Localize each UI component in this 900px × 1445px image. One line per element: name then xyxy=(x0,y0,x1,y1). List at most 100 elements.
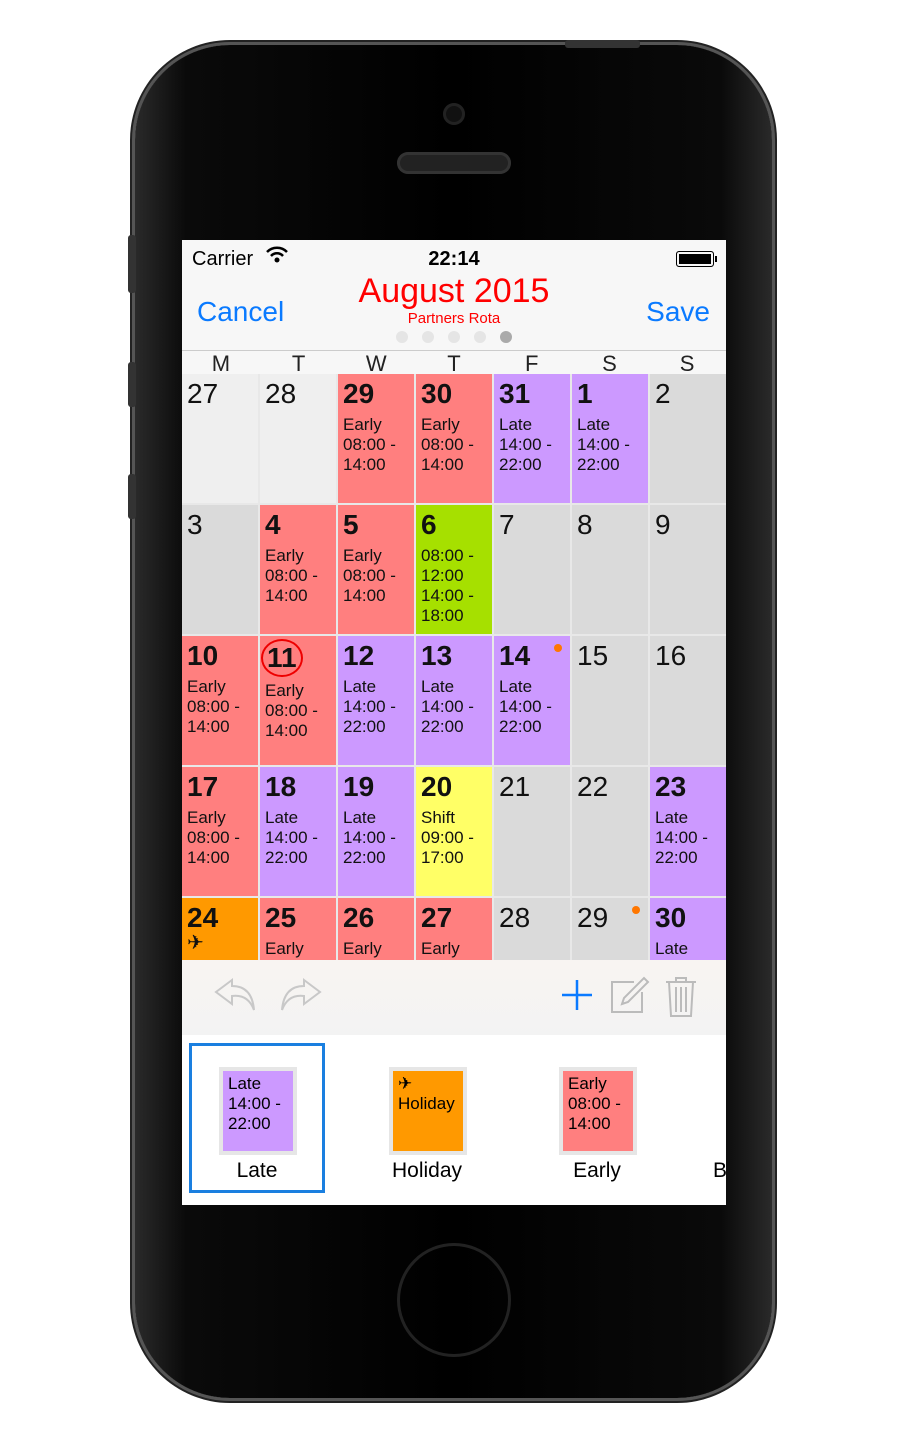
shift-line: Early xyxy=(343,939,382,958)
day-cell[interactable]: 3 xyxy=(182,505,258,634)
earpiece-speaker xyxy=(397,152,511,174)
day-cell[interactable]: 19 Late 14:00 -22:00 xyxy=(338,767,414,896)
palette-label: Late xyxy=(236,1159,278,1182)
page-dot[interactable] xyxy=(474,331,486,343)
page-dot[interactable] xyxy=(396,331,408,343)
shift-line: 14:00 - xyxy=(343,697,396,716)
day-cell[interactable]: 4 Early 08:00 -14:00 xyxy=(260,505,336,634)
day-cell[interactable]: 23 Late 14:00 -22:00 xyxy=(650,767,726,896)
day-cell[interactable]: 6 08:00 -12:00 14:00 -18:00 xyxy=(416,505,492,634)
redo-icon[interactable] xyxy=(278,976,324,1017)
day-cell[interactable]: 15 xyxy=(572,636,648,765)
day-cell[interactable]: 17 Early 08:00 -14:00 xyxy=(182,767,258,896)
day-cell[interactable]: 28 xyxy=(494,898,570,960)
palette-item-early[interactable]: Early 08:00 -14:00 Early xyxy=(529,1043,665,1193)
save-button[interactable]: Save xyxy=(646,296,710,328)
shift-line: 14:00 - xyxy=(499,697,552,716)
swatch-line: 14:00 - xyxy=(228,1094,281,1113)
shift-line: 14:00 xyxy=(187,848,230,867)
day-number: 24 xyxy=(187,902,219,933)
day-number: 25 xyxy=(265,902,297,933)
shift-swatch: Early 08:00 -14:00 xyxy=(559,1067,637,1155)
palette-item-b[interactable]: B xyxy=(699,1043,726,1193)
day-cell[interactable]: 29 Early 08:00 -14:00 xyxy=(338,374,414,503)
day-number: 22 xyxy=(577,771,609,802)
today-day-number: 11 xyxy=(261,639,303,677)
day-cell[interactable]: 21 xyxy=(494,767,570,896)
day-cell[interactable]: 9 xyxy=(650,505,726,634)
shift-line: Late xyxy=(577,415,611,434)
shift-line: Early xyxy=(421,415,460,434)
day-cell[interactable]: 26 Early xyxy=(338,898,414,960)
day-cell[interactable]: 10 Early 08:00 -14:00 xyxy=(182,636,258,765)
day-cell[interactable]: 20 Shift 09:00 -17:00 xyxy=(416,767,492,896)
palette-label: Early xyxy=(573,1159,621,1182)
shift-line: 08:00 - xyxy=(187,828,240,847)
day-cell[interactable]: 2 xyxy=(650,374,726,503)
day-cell[interactable]: 14 Late 14:00 -22:00 xyxy=(494,636,570,765)
shift-swatch: Late 14:00 -22:00 xyxy=(219,1067,297,1155)
day-cell[interactable]: 16 xyxy=(650,636,726,765)
day-cell[interactable]: 28 xyxy=(260,374,336,503)
day-cell[interactable]: 31 Late 14:00 -22:00 xyxy=(494,374,570,503)
day-cell[interactable]: 7 xyxy=(494,505,570,634)
shift-line: Early xyxy=(187,677,226,696)
day-number: 16 xyxy=(655,640,687,671)
shift-line: 14:00 - xyxy=(343,828,396,847)
page-dot[interactable] xyxy=(448,331,460,343)
day-cell[interactable]: 25 Early xyxy=(260,898,336,960)
day-number: 9 xyxy=(655,509,671,540)
page-dot[interactable] xyxy=(422,331,434,343)
palette-item-late[interactable]: Late 14:00 -22:00 Late xyxy=(189,1043,325,1193)
shift-line: Late xyxy=(421,677,455,696)
day-number: 31 xyxy=(499,378,531,409)
shift-line: 08:00 - xyxy=(421,435,474,454)
shift-line: 14:00 xyxy=(265,721,308,740)
shift-line: 22:00 xyxy=(343,717,386,736)
day-cell[interactable]: 29 xyxy=(572,898,648,960)
shift-line: 22:00 xyxy=(577,455,620,474)
shift-line: Early xyxy=(265,681,304,700)
shift-swatch: ✈ Holiday xyxy=(389,1067,467,1155)
shift-line: 08:00 - xyxy=(343,435,396,454)
shift-line: 17:00 xyxy=(421,848,464,867)
day-cell[interactable]: 27 Early xyxy=(416,898,492,960)
undo-icon[interactable] xyxy=(212,976,258,1017)
day-cell[interactable]: 30 Late xyxy=(650,898,726,960)
day-cell[interactable]: 18 Late 14:00 -22:00 xyxy=(260,767,336,896)
palette-label: B xyxy=(713,1159,726,1182)
swatch-line: 14:00 xyxy=(568,1114,611,1133)
front-camera xyxy=(443,103,465,125)
clock: 22:14 xyxy=(428,248,480,270)
home-button[interactable] xyxy=(397,1243,511,1357)
day-cell[interactable]: 22 xyxy=(572,767,648,896)
volume-up-button xyxy=(128,362,136,407)
screen: Carrier 22:14 Cancel August 2015 Partner… xyxy=(182,240,726,1205)
day-cell[interactable]: 30 Early 08:00 -14:00 xyxy=(416,374,492,503)
day-number: 8 xyxy=(577,509,593,540)
day-number: 19 xyxy=(343,771,375,802)
shift-line: Shift xyxy=(421,808,456,827)
page-indicator[interactable] xyxy=(182,330,726,348)
shift-line: Late xyxy=(343,677,377,696)
plus-icon[interactable] xyxy=(560,978,594,1017)
day-cell[interactable]: 13 Late 14:00 -22:00 xyxy=(416,636,492,765)
day-number: 15 xyxy=(577,640,609,671)
edit-icon[interactable] xyxy=(608,974,650,1021)
toolbar xyxy=(182,960,726,1035)
page-dot[interactable] xyxy=(500,331,512,343)
shift-line: Early xyxy=(265,546,304,565)
day-cell[interactable]: 8 xyxy=(572,505,648,634)
day-cell[interactable]: 11 Early 08:00 -14:00 xyxy=(260,636,336,765)
day-cell[interactable]: 1 Late 14:00 -22:00 xyxy=(572,374,648,503)
day-cell[interactable]: 24 ✈ xyxy=(182,898,258,960)
day-number: 12 xyxy=(343,640,375,671)
day-cell[interactable]: 27 xyxy=(182,374,258,503)
day-number: 5 xyxy=(343,509,359,540)
trash-icon[interactable] xyxy=(664,974,698,1023)
day-cell[interactable]: 5 Early 08:00 -14:00 xyxy=(338,505,414,634)
palette-item-holiday[interactable]: ✈ Holiday Holiday xyxy=(359,1043,495,1193)
day-cell[interactable]: 12 Late 14:00 -22:00 xyxy=(338,636,414,765)
day-number: 29 xyxy=(343,378,375,409)
shift-line: 22:00 xyxy=(499,455,542,474)
